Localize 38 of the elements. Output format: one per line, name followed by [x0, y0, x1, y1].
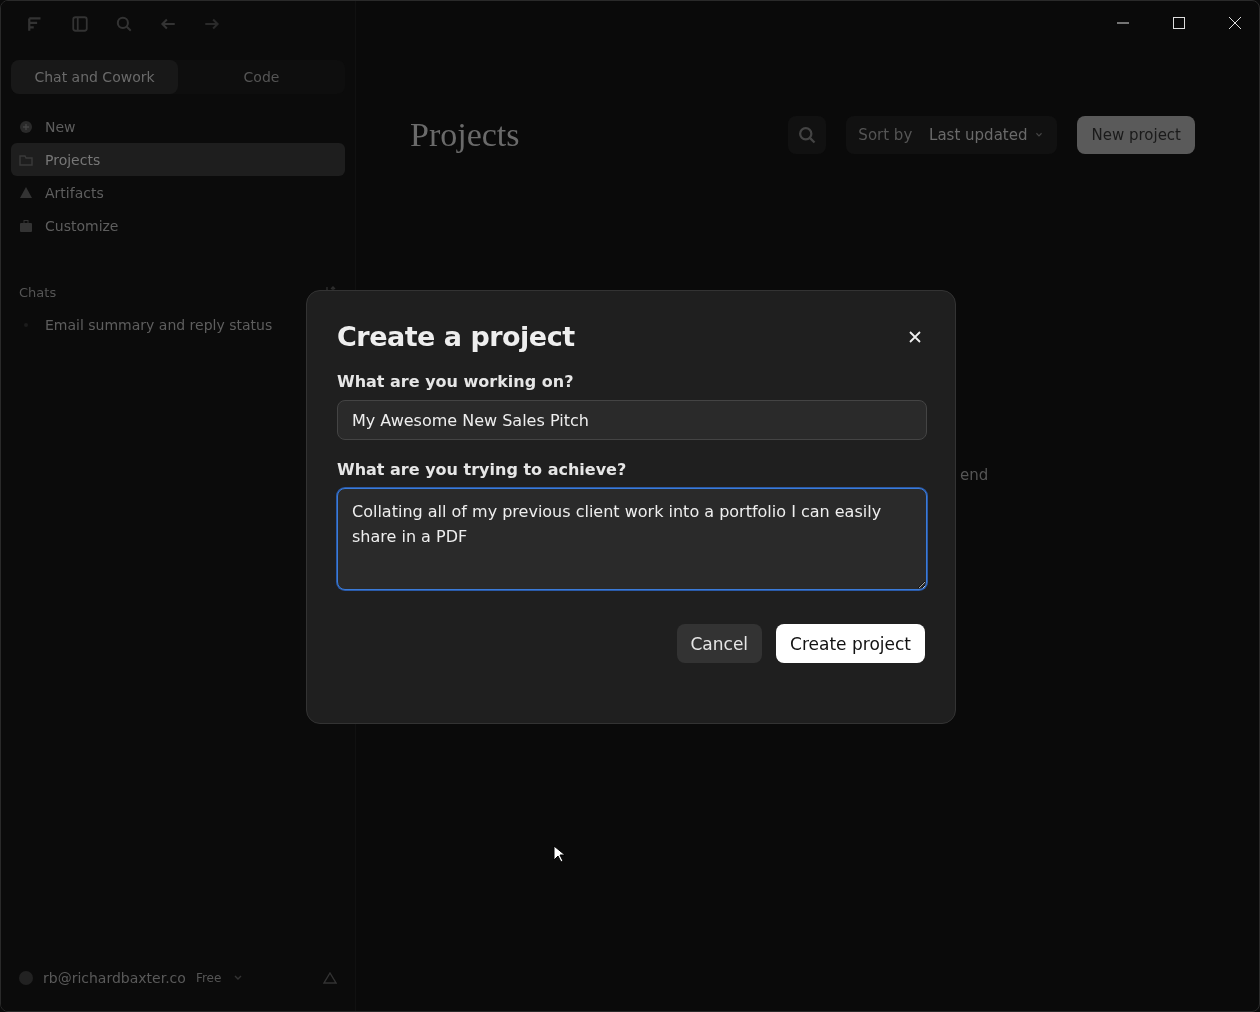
folder-icon	[19, 152, 33, 167]
input-field[interactable]: My Awesome New Sales Pitch	[337, 400, 927, 440]
chat-item[interactable]: Email summary and reply status	[11, 308, 281, 341]
warning-icon[interactable]	[323, 971, 337, 985]
close-icon[interactable]	[1227, 15, 1243, 31]
page-title: Projects	[410, 116, 520, 154]
search-button[interactable]	[788, 116, 827, 154]
nav-label: Projects	[45, 151, 101, 168]
maximize-icon[interactable]	[1171, 15, 1187, 31]
field-label: What are you trying to achieve?	[337, 460, 628, 479]
nav-item[interactable]: Artifacts	[11, 176, 345, 209]
nav-label: Artifacts	[45, 184, 104, 201]
sidebar-toggle-icon[interactable]	[71, 14, 89, 33]
plan-label: Free	[195, 971, 222, 985]
search-icon[interactable]	[115, 14, 133, 33]
mouse-cursor-icon	[553, 845, 565, 863]
new-project-button[interactable]: New project	[1077, 116, 1195, 154]
briefcase-icon	[19, 218, 33, 233]
plus-circle-icon	[19, 119, 33, 134]
chat-title: Email summary and reply status	[45, 316, 273, 333]
sort-dropdown[interactable]: Sort by Last updated	[846, 116, 1058, 154]
nav-label: Customize	[45, 217, 119, 234]
search-icon	[797, 125, 818, 145]
cancel-button[interactable]: Cancel	[676, 624, 763, 663]
nav-item[interactable]: Projects	[11, 143, 345, 176]
dialog-title: Create a project	[337, 321, 575, 352]
background-text: end	[960, 466, 989, 484]
create-button[interactable]: Create project	[776, 624, 925, 663]
nav-item[interactable]: New	[11, 110, 345, 143]
mode-tab[interactable]: Chat and Cowork	[11, 60, 178, 94]
text-area[interactable]: Collating all of my previous client work into a portfolio I can easily share in a PDF	[337, 488, 927, 590]
mode-tab[interactable]: Code	[178, 60, 345, 94]
section-heading: Chats	[19, 284, 57, 300]
nav-item[interactable]: Customize	[11, 209, 345, 242]
field-label: What are you working on?	[337, 372, 575, 391]
account-email: rb@richardbaxter.co	[43, 970, 186, 986]
close-icon[interactable]	[907, 328, 923, 345]
nav-label: New	[45, 118, 76, 135]
